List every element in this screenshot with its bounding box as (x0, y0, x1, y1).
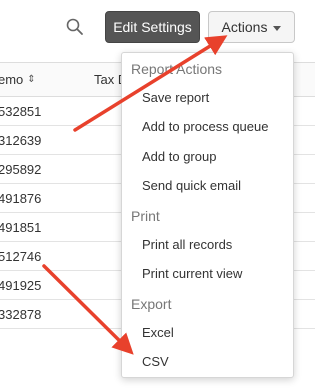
menu-item-add-to-group[interactable]: Add to group (142, 149, 216, 164)
toolbar: Edit Settings Actions (0, 0, 315, 60)
search-icon[interactable] (64, 16, 86, 38)
column-header-memo[interactable]: emo ⇕ (0, 72, 36, 87)
menu-item-csv[interactable]: CSV (142, 354, 169, 369)
menu-item-send-quick-email[interactable]: Send quick email (142, 178, 241, 193)
caret-down-icon (273, 25, 282, 31)
actions-dropdown-menu: Report Actions Save report Add to proces… (121, 52, 294, 378)
menu-item-excel[interactable]: Excel (142, 325, 174, 340)
section-export: Export (131, 296, 172, 312)
menu-item-print-current-view[interactable]: Print current view (142, 266, 242, 281)
sort-icon: ⇕ (27, 74, 36, 85)
menu-item-save-report[interactable]: Save report (142, 90, 209, 105)
actions-label: Actions (221, 19, 268, 35)
edit-settings-button[interactable]: Edit Settings (105, 11, 200, 43)
menu-item-print-all-records[interactable]: Print all records (142, 237, 232, 252)
menu-item-add-to-process-queue[interactable]: Add to process queue (142, 119, 268, 134)
edit-settings-label: Edit Settings (113, 19, 192, 35)
actions-button[interactable]: Actions (208, 11, 295, 43)
section-report-actions: Report Actions (131, 61, 223, 77)
section-print: Print (131, 208, 160, 224)
